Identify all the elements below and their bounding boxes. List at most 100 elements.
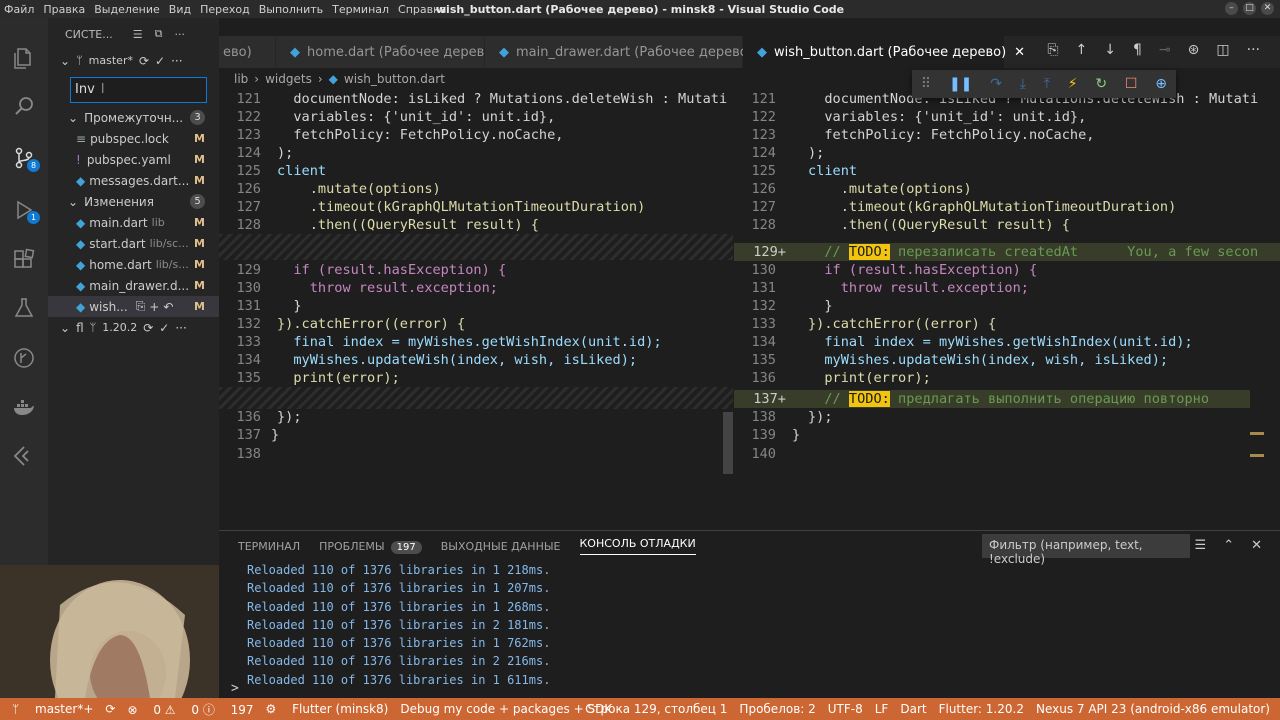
file-item[interactable]: ◆ messages.dart... M	[48, 170, 219, 191]
todo-highlight: TODO:	[848, 391, 890, 407]
file-item[interactable]: ◆ main_drawer.d... M	[48, 275, 219, 296]
file-item[interactable]: ◆ start.dart lib/sc... M	[48, 233, 219, 254]
git-graph-icon[interactable]	[10, 344, 38, 372]
step-out-icon[interactable]: ⤒	[1044, 76, 1050, 92]
menu-terminal[interactable]: Терминал	[332, 3, 389, 16]
menu-run[interactable]: Выполнить	[259, 3, 323, 16]
close-window-icon[interactable]: ✕	[1261, 2, 1274, 15]
refresh-icon[interactable]: ⟳	[143, 321, 153, 335]
maximize-icon[interactable]: □	[1243, 2, 1256, 15]
search-icon[interactable]	[10, 92, 38, 120]
file-item[interactable]: ◆ home.dart lib/s... M	[48, 254, 219, 275]
drag-handle-icon[interactable]: ⠿	[921, 76, 931, 92]
run-debug-icon[interactable]: 1	[10, 196, 40, 224]
menu-view[interactable]: Вид	[169, 3, 191, 16]
console-filter-input[interactable]: Фильтр (например, text, !exclude)	[982, 534, 1190, 566]
refresh-icon[interactable]: ⟳	[139, 54, 149, 68]
diff-left-pane[interactable]: 121 documentNode: isLiked ? Mutations.de…	[219, 90, 733, 522]
docker-icon[interactable]	[10, 394, 38, 422]
testing-flask-icon[interactable]	[10, 294, 38, 322]
arrow-up-icon[interactable]: ↑	[1076, 42, 1088, 58]
repo-more-icon[interactable]: ···	[171, 54, 182, 68]
pause-icon[interactable]: ❚❚	[949, 76, 972, 92]
breadcrumb-widgets[interactable]: widgets	[265, 72, 312, 86]
step-into-icon[interactable]: ⤓	[1020, 76, 1026, 92]
chevron-down-icon[interactable]: ⌄	[60, 54, 70, 68]
open-file-icon[interactable]: ⎘	[136, 299, 146, 314]
commit-message-input[interactable]: Inv I	[70, 77, 207, 103]
more-icon[interactable]: ···	[1247, 42, 1260, 58]
changes-group[interactable]: ⌄ Изменения 5	[48, 191, 219, 212]
close-panel-icon[interactable]: ✕	[1251, 538, 1262, 553]
discard-icon[interactable]: ↶	[163, 300, 173, 314]
status-problems[interactable]: ⊗ 0 ⚠ 0 ⓘ 197	[127, 701, 253, 718]
step-over-icon[interactable]: ↷	[990, 76, 1002, 92]
extensions-icon[interactable]	[10, 246, 38, 274]
restart-icon[interactable]: ↻	[1095, 76, 1107, 92]
stop-icon[interactable]: ☐	[1125, 76, 1138, 92]
menu-file[interactable]: Файл	[4, 3, 34, 16]
status-branch[interactable]: ᛘ master*+	[12, 702, 93, 716]
scrollbar-thumb[interactable]	[723, 412, 733, 474]
more-actions-icon[interactable]: ···	[174, 28, 185, 41]
status-flutter-version[interactable]: Flutter: 1.20.2	[939, 702, 1024, 716]
git-compare-icon[interactable]: ⊛	[1188, 42, 1200, 58]
inspect-widget-icon[interactable]: ⊕	[1155, 76, 1167, 92]
tab-debug-console[interactable]: КОНСОЛЬ ОТЛАДКИ	[579, 537, 696, 555]
breadcrumb-lib[interactable]: lib	[234, 72, 248, 86]
view-as-tree-icon[interactable]: ☰	[133, 28, 143, 41]
chevron-down-icon[interactable]: ⌄	[68, 111, 78, 125]
repo-row[interactable]: ⌄ fl ᛘ 1.20.2 ⟳ ✓ ···	[48, 317, 219, 338]
whitespace-icon[interactable]: ¶	[1133, 42, 1142, 58]
tab-wish-button-dart[interactable]: ◆ wish_button.dart (Рабочее дерево) ✕	[743, 36, 1025, 68]
commit-check-icon[interactable]: ✓	[159, 321, 169, 335]
repo-more-icon[interactable]: ···	[175, 321, 186, 335]
tab-wish-button-prev[interactable]: ево)	[219, 36, 276, 68]
tab-terminal[interactable]: ТЕРМИНАЛ	[238, 540, 300, 553]
file-item-selected[interactable]: ◆ wish... ⎘ + ↶ M	[48, 296, 219, 317]
menu-edit[interactable]: Правка	[43, 3, 85, 16]
status-flutter-session[interactable]: ⚙ Flutter (minsk8)	[266, 702, 389, 716]
file-item[interactable]: ◆ main.dart lib M	[48, 212, 219, 233]
commit-check-icon[interactable]: ✓	[155, 54, 165, 68]
hot-reload-icon[interactable]: ⚡	[1068, 76, 1078, 92]
sync-icon[interactable]: ⟳	[105, 702, 115, 716]
status-spaces[interactable]: Пробелов: 2	[739, 702, 815, 716]
close-tab-icon[interactable]: ✕	[1014, 45, 1025, 60]
file-item[interactable]: ! pubspec.yaml M	[48, 149, 219, 170]
breadcrumb-file[interactable]: wish_button.dart	[344, 72, 445, 86]
explorer-icon[interactable]	[10, 44, 38, 72]
status-eol[interactable]: LF	[875, 702, 889, 716]
dot-icon[interactable]: ⊸	[1159, 42, 1171, 58]
tab-output[interactable]: ВЫХОДНЫЕ ДАННЫЕ	[441, 540, 561, 553]
source-control-icon[interactable]: 8	[10, 144, 40, 172]
staged-group[interactable]: ⌄ Промежуточн... 3	[48, 107, 219, 128]
tab-problems[interactable]: ПРОБЛЕМЫ 197	[319, 540, 422, 554]
diff-right-pane[interactable]: 121 documentNode: isLiked ? Mutations.de…	[734, 90, 1280, 522]
maximize-panel-icon[interactable]: ⌃	[1223, 538, 1234, 553]
file-item[interactable]: ≡ pubspec.lock M	[48, 128, 219, 149]
status-position[interactable]: Строка 129, столбец 1	[585, 702, 727, 716]
menu-selection[interactable]: Выделение	[94, 3, 160, 16]
status-encoding[interactable]: UTF-8	[828, 702, 863, 716]
status-language[interactable]: Dart	[900, 702, 926, 716]
chevron-down-icon[interactable]: ⌄	[60, 321, 70, 335]
clear-console-icon[interactable]: ☰	[1195, 538, 1207, 553]
status-device[interactable]: Nexus 7 API 23 (android-x86 emulator)	[1036, 702, 1270, 716]
stage-plus-icon[interactable]: +	[149, 300, 159, 314]
tab-main-drawer-dart[interactable]: ◆ main_drawer.dart (Рабочее дерево)	[485, 36, 753, 68]
open-file-icon[interactable]: ⎘	[1047, 42, 1058, 58]
tab-home-dart[interactable]: ◆ home.dart (Рабочее дерево)	[276, 36, 497, 68]
repos-icon[interactable]: ⧉	[155, 27, 163, 41]
code-line: 125 client	[751, 163, 858, 179]
file-name: main.dart	[89, 215, 148, 230]
menu-go[interactable]: Переход	[200, 3, 250, 16]
remote-icon[interactable]	[10, 442, 38, 470]
arrow-down-icon[interactable]: ↓	[1104, 42, 1116, 58]
console-prompt[interactable]: >	[231, 681, 239, 696]
repo-row[interactable]: ⌄ ᛘ master* ⟳ ✓ ···	[48, 50, 219, 71]
chevron-down-icon[interactable]: ⌄	[68, 195, 78, 209]
minimize-icon[interactable]: –	[1225, 2, 1238, 15]
split-editor-icon[interactable]: ◫	[1216, 42, 1229, 58]
menu-help[interactable]: Справка	[398, 3, 446, 16]
